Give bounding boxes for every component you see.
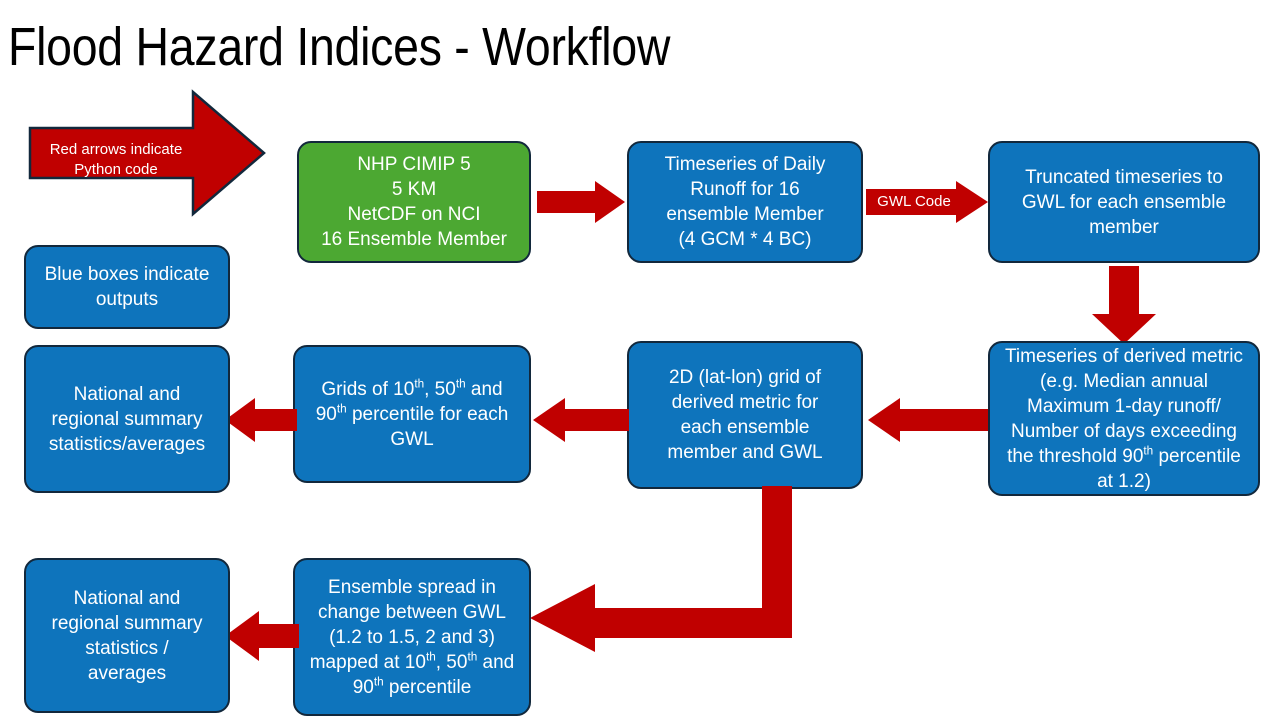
arrow-ensemble-to-summary-bottom	[225, 611, 299, 661]
node-percentile-grids-label: Grids of 10th, 50th and 90th percentile …	[315, 377, 509, 450]
node-2d-grid[interactable]: 2D (lat-lon) grid of derived metric for ea…	[627, 341, 863, 489]
legend-blue-box-label: Blue boxes indicate outputs	[44, 264, 210, 310]
arrow-derived-to-grid	[868, 398, 988, 442]
slide-canvas: Flood Hazard Indices - Workflow Red arro…	[0, 0, 1280, 720]
node-summary-bottom[interactable]: National and regional summary statistics /…	[24, 558, 230, 713]
node-derived-metric-label: Timeseries of derived metric (e.g. Media…	[1005, 345, 1243, 492]
node-source-data[interactable]: NHP CIMIP 55 KM NetCDF on NCI 16 Ensemble …	[297, 141, 531, 263]
node-daily-runoff-label: Timeseries of Daily Runoff for 16 ensemble…	[664, 154, 826, 250]
page-title: Flood Hazard Indices - Workflow	[8, 17, 671, 77]
legend-red-arrow	[28, 89, 266, 217]
node-summary-bottom-label: National and regional summary statistics /…	[51, 587, 203, 684]
node-summary-top[interactable]: National and regional summary statistics/a…	[24, 345, 230, 493]
arrow-truncated-to-derived	[1092, 266, 1156, 344]
arrow-source-to-runoff	[537, 181, 625, 223]
node-ensemble-spread-label: Ensemble spread in change between GWL (1…	[309, 576, 515, 698]
node-summary-top-label: National and regional summary statistics/a…	[48, 383, 206, 455]
legend-blue-box: Blue boxes indicate outputs	[24, 245, 230, 329]
arrow-grid-to-percentiles	[533, 398, 629, 442]
arrow-grid-to-ensemble-spread	[530, 486, 792, 652]
arrow-gwl-code	[866, 181, 988, 223]
node-2d-grid-label: 2D (lat-lon) grid of derived metric for ea…	[667, 367, 823, 463]
node-source-data-label: NHP CIMIP 55 KM NetCDF on NCI 16 Ensemble …	[321, 154, 507, 250]
arrow-percentiles-to-summary-top	[225, 398, 297, 442]
node-ensemble-spread[interactable]: Ensemble spread in change between GWL (1…	[293, 558, 531, 716]
node-percentile-grids[interactable]: Grids of 10th, 50th and 90th percentile …	[293, 345, 531, 483]
node-daily-runoff[interactable]: Timeseries of Daily Runoff for 16 ensemble…	[627, 141, 863, 263]
node-derived-metric[interactable]: Timeseries of derived metric (e.g. Media…	[988, 341, 1260, 496]
node-truncated-timeseries-label: Truncated timeseries to GWL for each ense…	[1021, 166, 1227, 238]
node-truncated-timeseries[interactable]: Truncated timeseries to GWL for each ense…	[988, 141, 1260, 263]
